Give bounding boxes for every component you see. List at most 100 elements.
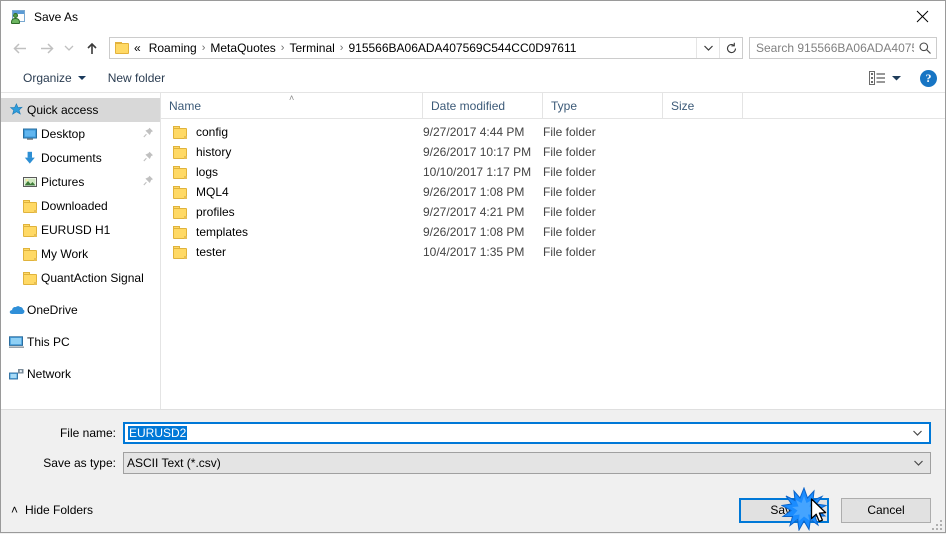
pictures-icon: [23, 176, 41, 189]
sidebar-item-label: QuantAction Signal: [41, 271, 144, 285]
sidebar-item-desktop[interactable]: Desktop: [1, 122, 160, 146]
file-date-cell: 9/27/2017 4:44 PM: [423, 125, 525, 139]
chevron-up-icon: ˄: [11, 503, 19, 517]
sidebar-item-quick-access[interactable]: Quick access: [1, 98, 160, 122]
folder-icon: [23, 199, 41, 213]
pin-icon: [143, 151, 154, 165]
star-icon: [9, 103, 27, 117]
save-as-type-select[interactable]: ASCII Text (*.csv): [123, 452, 931, 474]
recent-locations-button[interactable]: [59, 35, 79, 61]
search-box[interactable]: Search 915566BA06ADA40756...: [749, 37, 937, 59]
breadcrumb-item-0[interactable]: «: [132, 40, 145, 56]
sidebar-item-label: Desktop: [41, 127, 86, 141]
file-type-cell: File folder: [543, 165, 596, 179]
forward-arrow-icon: [40, 42, 54, 54]
breadcrumb-item-3[interactable]: Terminal: [285, 40, 338, 56]
table-row[interactable]: templates 9/26/2017 1:08 PM File folder: [161, 222, 945, 242]
chevron-down-icon: [64, 45, 74, 51]
file-name-cell: MQL4: [161, 185, 423, 199]
up-arrow-icon: [87, 42, 97, 54]
folder-icon: [23, 247, 41, 261]
this-pc-icon: [9, 335, 27, 349]
help-button[interactable]: ?: [920, 69, 937, 87]
file-name-dropdown-button[interactable]: [905, 429, 929, 437]
hide-folders-button[interactable]: ˄ Hide Folders: [11, 503, 93, 517]
sidebar-item-onedrive[interactable]: OneDrive: [1, 298, 160, 322]
sidebar-item-documents[interactable]: Documents: [1, 146, 160, 170]
search-input[interactable]: Search 915566BA06ADA40756...: [750, 41, 914, 55]
table-row[interactable]: config 9/27/2017 4:44 PM File folder: [161, 122, 945, 142]
desktop-icon: [23, 128, 41, 141]
sidebar-item-pictures[interactable]: Pictures: [1, 170, 160, 194]
navigation-bar: « Roaming › MetaQuotes › Terminal › 9155…: [1, 32, 945, 64]
file-name-cell: logs: [161, 165, 423, 179]
sidebar-item-my-work[interactable]: My Work: [1, 242, 160, 266]
resize-grip[interactable]: [930, 518, 942, 530]
save-button[interactable]: Save: [739, 497, 829, 523]
change-view-button[interactable]: [865, 68, 906, 88]
folder-icon: [173, 245, 189, 259]
column-header-size[interactable]: Size: [663, 93, 743, 118]
refresh-button[interactable]: [719, 38, 742, 58]
table-row[interactable]: profiles 9/27/2017 4:21 PM File folder: [161, 202, 945, 222]
save-as-type-dropdown-button[interactable]: [906, 459, 930, 467]
breadcrumb-item-4[interactable]: 915566BA06ADA407569C544CC0D97611: [344, 40, 580, 56]
cancel-button[interactable]: Cancel: [841, 497, 931, 523]
file-name-value-wrap: EURUSD2: [125, 426, 905, 440]
column-header-label: Type: [551, 98, 578, 113]
sort-ascending-icon: ˄: [289, 93, 295, 103]
sidebar-item-downloaded[interactable]: Downloaded: [1, 194, 160, 218]
organize-button[interactable]: Organize: [17, 68, 92, 88]
folder-icon: [23, 271, 41, 285]
table-row[interactable]: history 9/26/2017 10:17 PM File folder: [161, 142, 945, 162]
file-name: templates: [196, 225, 249, 239]
file-list-pane: ˄ Name Date modified Type Size config 9/…: [161, 93, 945, 409]
column-header-name[interactable]: ˄ Name: [161, 93, 423, 118]
address-bar[interactable]: « Roaming › MetaQuotes › Terminal › 9155…: [109, 37, 743, 59]
column-header-date-modified[interactable]: Date modified: [423, 93, 543, 118]
close-button[interactable]: [899, 1, 945, 31]
chevron-down-icon: [913, 460, 923, 466]
save-as-type-label: Save as type:: [43, 456, 116, 470]
documents-download-icon: [23, 151, 41, 165]
file-name: profiles: [196, 205, 235, 219]
column-header-label: Size: [671, 98, 695, 113]
file-name-input[interactable]: EURUSD2: [123, 422, 931, 444]
sidebar-item-network[interactable]: Network: [1, 362, 160, 386]
new-folder-button[interactable]: New folder: [102, 68, 171, 88]
save-as-type-value: ASCII Text (*.csv): [127, 456, 221, 470]
sidebar-item-label: Pictures: [41, 175, 85, 189]
title-bar: Save As: [1, 1, 945, 32]
file-name-row: File name: EURUSD2: [1, 422, 945, 444]
address-dropdown-button[interactable]: [696, 38, 719, 58]
sidebar-item-label: Downloaded: [41, 199, 108, 213]
file-type-cell: File folder: [543, 245, 596, 259]
folder-icon: [115, 41, 130, 55]
sidebar-item-eurusd-h1[interactable]: EURUSD H1: [1, 218, 160, 242]
onedrive-cloud-icon: [9, 304, 27, 316]
file-type-cell: File folder: [543, 185, 596, 199]
back-button[interactable]: [7, 35, 33, 61]
sidebar-item-quantaction-signal[interactable]: QuantAction Signal: [1, 266, 160, 290]
table-row[interactable]: MQL4 9/26/2017 1:08 PM File folder: [161, 182, 945, 202]
sidebar-item-this-pc[interactable]: This PC: [1, 330, 160, 354]
table-row[interactable]: tester 10/4/2017 1:35 PM File folder: [161, 242, 945, 262]
file-name: history: [196, 145, 232, 159]
file-date-cell: 10/4/2017 1:35 PM: [423, 245, 525, 259]
breadcrumb-item-1[interactable]: Roaming: [145, 40, 201, 56]
chevron-down-icon: [77, 76, 86, 80]
table-row[interactable]: logs 10/10/2017 1:17 PM File folder: [161, 162, 945, 182]
up-one-level-button[interactable]: [79, 35, 105, 61]
save-as-type-row: Save as type: ASCII Text (*.csv): [1, 452, 945, 474]
column-header-type[interactable]: Type: [543, 93, 663, 118]
forward-button[interactable]: [33, 35, 59, 61]
back-arrow-icon: [12, 42, 26, 54]
file-rows: config 9/27/2017 4:44 PM File folder his…: [161, 119, 945, 409]
help-label: ?: [925, 70, 932, 85]
breadcrumb-item-2[interactable]: MetaQuotes: [206, 40, 279, 56]
pin-icon: [143, 127, 154, 141]
column-header-label: Date modified: [431, 98, 506, 113]
folder-icon: [173, 185, 189, 199]
folder-icon: [23, 223, 41, 237]
new-folder-label: New folder: [107, 71, 166, 85]
